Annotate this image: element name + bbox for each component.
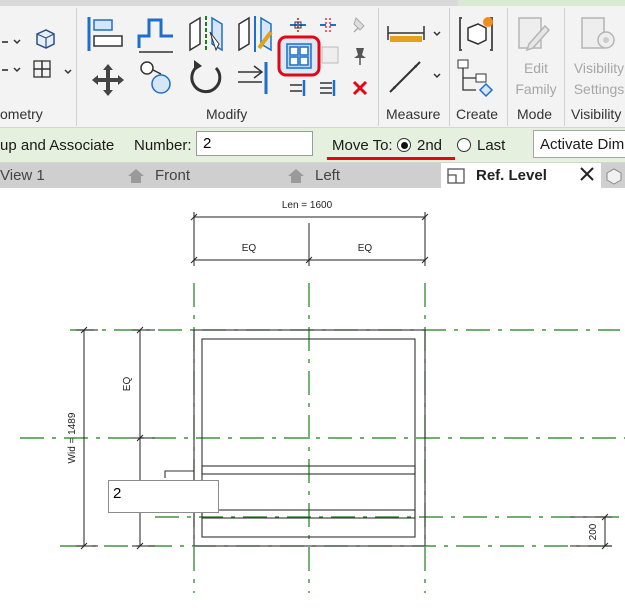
tab-view-1[interactable]: View 1 bbox=[0, 163, 45, 188]
create-parts-icon[interactable] bbox=[456, 58, 496, 103]
dim-wid-label[interactable]: Wid = 1489 bbox=[67, 412, 78, 463]
create-group-icon[interactable] bbox=[456, 14, 496, 59]
visibility-settings-button: Visibility Settings bbox=[568, 58, 625, 100]
group-and-associate-label[interactable]: up and Associate bbox=[0, 137, 114, 154]
tab-left[interactable]: Left bbox=[315, 163, 340, 188]
trim-extend-multiple-icon[interactable] bbox=[318, 78, 338, 103]
array-button[interactable] bbox=[277, 35, 321, 82]
split-with-gap-icon[interactable] bbox=[318, 16, 338, 39]
pin-icon[interactable] bbox=[350, 46, 370, 71]
dim-200-label[interactable]: 200 bbox=[588, 523, 599, 540]
array-count-value: 2 bbox=[113, 485, 122, 502]
mirror-pick-axis-icon[interactable] bbox=[186, 14, 226, 59]
tab-ref-level[interactable]: Ref. Level bbox=[441, 163, 601, 188]
edit-family-button: Edit Family bbox=[510, 58, 562, 100]
top-dimensions bbox=[190, 212, 429, 266]
visibility-settings-label-line2: Settings bbox=[573, 81, 625, 97]
activate-dimensions-label: Activate Dim bbox=[540, 136, 625, 153]
scale-icon bbox=[320, 45, 340, 70]
panel-divider bbox=[378, 8, 379, 126]
edit-family-label-line1: Edit bbox=[523, 60, 549, 76]
join-geometry-icon[interactable] bbox=[32, 58, 72, 87]
trim-extend-single-icon[interactable] bbox=[288, 78, 308, 103]
panel-divider bbox=[449, 8, 450, 126]
panel-label-modify: Modify bbox=[206, 106, 248, 122]
floor-plan-icon bbox=[446, 167, 466, 190]
dim-len-label[interactable]: Len = 1600 bbox=[282, 200, 333, 211]
dim-eq-left-label[interactable]: EQ bbox=[242, 243, 257, 254]
edit-family-label-line2: Family bbox=[515, 81, 557, 97]
radio-2nd-label[interactable]: 2nd bbox=[417, 137, 442, 154]
house-icon bbox=[127, 168, 145, 189]
align-icon[interactable] bbox=[86, 14, 126, 59]
move-to-label: Move To: bbox=[332, 137, 393, 154]
panel-label-mode: Mode bbox=[517, 106, 553, 122]
tab-front[interactable]: Front bbox=[155, 163, 190, 188]
radio-last-label[interactable]: Last bbox=[477, 137, 505, 154]
number-label: Number: bbox=[134, 137, 192, 154]
panel-divider bbox=[507, 8, 508, 126]
trim-extend-icon[interactable] bbox=[236, 58, 276, 103]
rotate-icon[interactable] bbox=[186, 58, 226, 103]
offset-icon[interactable] bbox=[135, 14, 177, 59]
family-drawing: Len = 1600 EQ EQ Wid = 1489 EQ 200 bbox=[20, 200, 625, 593]
options-bar: up and Associate Number: Move To: 2nd La… bbox=[0, 128, 625, 163]
delete-icon[interactable] bbox=[350, 78, 370, 103]
geometry-dropdown-icon[interactable] bbox=[0, 26, 28, 91]
panel-divider bbox=[76, 8, 77, 126]
dim-eq-vertical-label[interactable]: EQ bbox=[122, 377, 133, 392]
panel-label-create: Create bbox=[456, 106, 499, 122]
house-icon bbox=[287, 168, 305, 189]
measure-between-references-icon[interactable] bbox=[386, 58, 442, 101]
array-leader bbox=[164, 470, 194, 478]
panel-label-geometry: ometry bbox=[0, 106, 43, 122]
close-icon[interactable] bbox=[579, 166, 595, 187]
radio-last[interactable] bbox=[457, 138, 471, 152]
3d-view-icon[interactable] bbox=[605, 167, 623, 190]
ribbon: ometry Modify Measure Create Edit Family… bbox=[0, 0, 625, 128]
copy-icon[interactable] bbox=[137, 58, 177, 103]
drawing-canvas[interactable]: Len = 1600 EQ EQ Wid = 1489 EQ 200 bbox=[0, 188, 625, 607]
visibility-settings-label-line1: Visibility bbox=[573, 60, 625, 76]
mirror-draw-axis-icon[interactable] bbox=[235, 14, 275, 59]
dim-eq-right-label[interactable]: EQ bbox=[358, 243, 373, 254]
edit-family-icon bbox=[515, 14, 555, 59]
unpin-icon bbox=[350, 16, 370, 39]
move-icon[interactable] bbox=[88, 60, 128, 105]
panel-divider bbox=[564, 8, 565, 126]
ribbon-tab-strip bbox=[0, 0, 625, 6]
activate-dimensions-button[interactable]: Activate Dim bbox=[533, 130, 625, 158]
radio-2nd[interactable] bbox=[397, 138, 411, 152]
number-input[interactable] bbox=[196, 131, 313, 156]
array-count-input[interactable]: 2 bbox=[108, 480, 219, 513]
cut-geometry-icon[interactable] bbox=[34, 28, 56, 55]
move-to-highlight-underline bbox=[327, 157, 455, 160]
aligned-dimension-icon[interactable] bbox=[386, 20, 442, 51]
view-tab-bar: View 1 Front Left Ref. Level bbox=[0, 163, 625, 188]
panel-label-measure: Measure bbox=[386, 106, 441, 122]
panel-label-visibility: Visibility bbox=[571, 106, 622, 122]
tab-ref-level-label: Ref. Level bbox=[476, 167, 547, 184]
visibility-settings-icon bbox=[578, 14, 618, 59]
